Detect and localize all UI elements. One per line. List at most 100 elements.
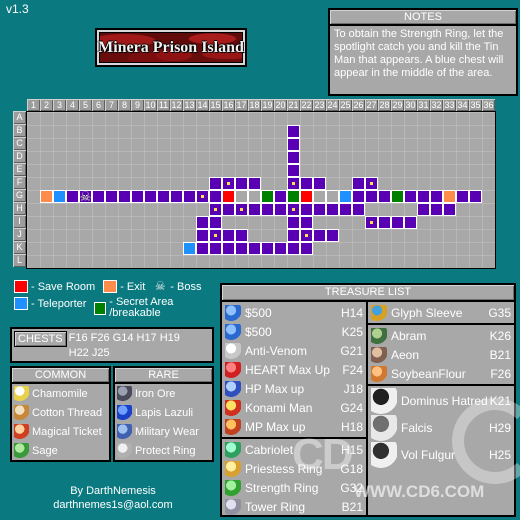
chest-marker-icon [201, 195, 204, 198]
map-cell-G8[interactable] [118, 190, 131, 203]
map-cell-H22[interactable] [300, 203, 313, 216]
map-cell-G16[interactable] [222, 190, 235, 203]
map-cell-K15[interactable] [209, 242, 222, 255]
map-cell-G12[interactable] [170, 190, 183, 203]
map-cell-G2[interactable] [40, 190, 53, 203]
map-cell-I28[interactable] [378, 216, 391, 229]
map-cell-G19[interactable] [261, 190, 274, 203]
map-cell-H32[interactable] [430, 203, 443, 216]
items-box: COMMON Chamomile Cotton Thread Magical Tic… [10, 366, 214, 462]
map-cell-G23[interactable] [313, 190, 326, 203]
map-cell-K18[interactable] [248, 242, 261, 255]
map-cell-G21[interactable] [287, 190, 300, 203]
map-cell-G26[interactable] [352, 190, 365, 203]
legend-label: - Exit [120, 280, 146, 293]
map-cell-K16[interactable] [222, 242, 235, 255]
map-cell-F22[interactable] [300, 177, 313, 190]
map-cell-G9[interactable] [131, 190, 144, 203]
map-cell-G11[interactable] [157, 190, 170, 203]
map-cell-H33[interactable] [443, 203, 456, 216]
map-cell-I27[interactable] [365, 216, 378, 229]
map-cell-G30[interactable] [404, 190, 417, 203]
map-cell-H23[interactable] [313, 203, 326, 216]
map-cell-K22[interactable] [300, 242, 313, 255]
map-cell-G32[interactable] [430, 190, 443, 203]
treasure-name: MP Max up [245, 419, 306, 434]
sage-icon [14, 443, 29, 458]
map-cell-H18[interactable] [248, 203, 261, 216]
map-canvas[interactable]: ☠ [26, 111, 496, 269]
chest-marker-icon [292, 182, 295, 185]
map-cell-F18[interactable] [248, 177, 261, 190]
map-cell-H19[interactable] [261, 203, 274, 216]
map-cell-J23[interactable] [313, 229, 326, 242]
map-cell-K14[interactable] [196, 242, 209, 255]
boss-skull-icon[interactable]: ☠ [78, 189, 93, 204]
map-cell-I14[interactable] [196, 216, 209, 229]
map-cell-F15[interactable] [209, 177, 222, 190]
map-cell-G28[interactable] [378, 190, 391, 203]
map-cell-H15[interactable] [209, 203, 222, 216]
map-cell-B21[interactable] [287, 125, 300, 138]
map-cell-I21[interactable] [287, 216, 300, 229]
map-cell-H25[interactable] [339, 203, 352, 216]
map-cell-G7[interactable] [105, 190, 118, 203]
map-cell-G33[interactable] [443, 190, 456, 203]
map-cell-K19[interactable] [261, 242, 274, 255]
map-cell-K13[interactable] [183, 242, 196, 255]
map-cell-G13[interactable] [183, 190, 196, 203]
map-cell-F21[interactable] [287, 177, 300, 190]
map-cell-G31[interactable] [417, 190, 430, 203]
map-cell-J14[interactable] [196, 229, 209, 242]
map-cell-F16[interactable] [222, 177, 235, 190]
map-cell-J15[interactable] [209, 229, 222, 242]
map-cell-K17[interactable] [235, 242, 248, 255]
map-cell-G20[interactable] [274, 190, 287, 203]
map-cell-H31[interactable] [417, 203, 430, 216]
map-cell-F27[interactable] [365, 177, 378, 190]
map-cell-H20[interactable] [274, 203, 287, 216]
map-col-header-1: 1 [27, 99, 40, 111]
map-cell-G14[interactable] [196, 190, 209, 203]
map-cell-G17[interactable] [235, 190, 248, 203]
map-cell-J17[interactable] [235, 229, 248, 242]
item-row: Sage [12, 441, 109, 460]
strength-ring-icon [225, 479, 241, 496]
map-cell-G25[interactable] [339, 190, 352, 203]
map-cell-J21[interactable] [287, 229, 300, 242]
map-cell-H16[interactable] [222, 203, 235, 216]
map-cell-F23[interactable] [313, 177, 326, 190]
map-cell-I29[interactable] [391, 216, 404, 229]
map-cell-D21[interactable] [287, 151, 300, 164]
map-cell-I22[interactable] [300, 216, 313, 229]
map-cell-J16[interactable] [222, 229, 235, 242]
map-cell-C21[interactable] [287, 138, 300, 151]
map-cell-H21[interactable] [287, 203, 300, 216]
item-name: Chamomile [32, 387, 88, 400]
map-cell-G24[interactable] [326, 190, 339, 203]
map-cell-G3[interactable] [53, 190, 66, 203]
map-cell-J22[interactable] [300, 229, 313, 242]
map-cell-H17[interactable] [235, 203, 248, 216]
map-cell-G18[interactable] [248, 190, 261, 203]
map-cell-F26[interactable] [352, 177, 365, 190]
map-cell-K20[interactable] [274, 242, 287, 255]
map-cell-G27[interactable] [365, 190, 378, 203]
map-cell-E21[interactable] [287, 164, 300, 177]
map-cell-G15[interactable] [209, 190, 222, 203]
map-cell-I15[interactable] [209, 216, 222, 229]
vol-fulgur-icon [371, 441, 397, 468]
map-cell-H24[interactable] [326, 203, 339, 216]
map-cell-J24[interactable] [326, 229, 339, 242]
map-cell-G35[interactable] [469, 190, 482, 203]
map-cell-G10[interactable] [144, 190, 157, 203]
map-cell-G29[interactable] [391, 190, 404, 203]
map-cell-G34[interactable] [456, 190, 469, 203]
map-cell-G22[interactable] [300, 190, 313, 203]
map-cell-G6[interactable] [92, 190, 105, 203]
map-cell-I30[interactable] [404, 216, 417, 229]
map-cell-F17[interactable] [235, 177, 248, 190]
map-cell-H26[interactable] [352, 203, 365, 216]
map-cell-K21[interactable] [287, 242, 300, 255]
item-name: Protect Ring [135, 444, 196, 457]
